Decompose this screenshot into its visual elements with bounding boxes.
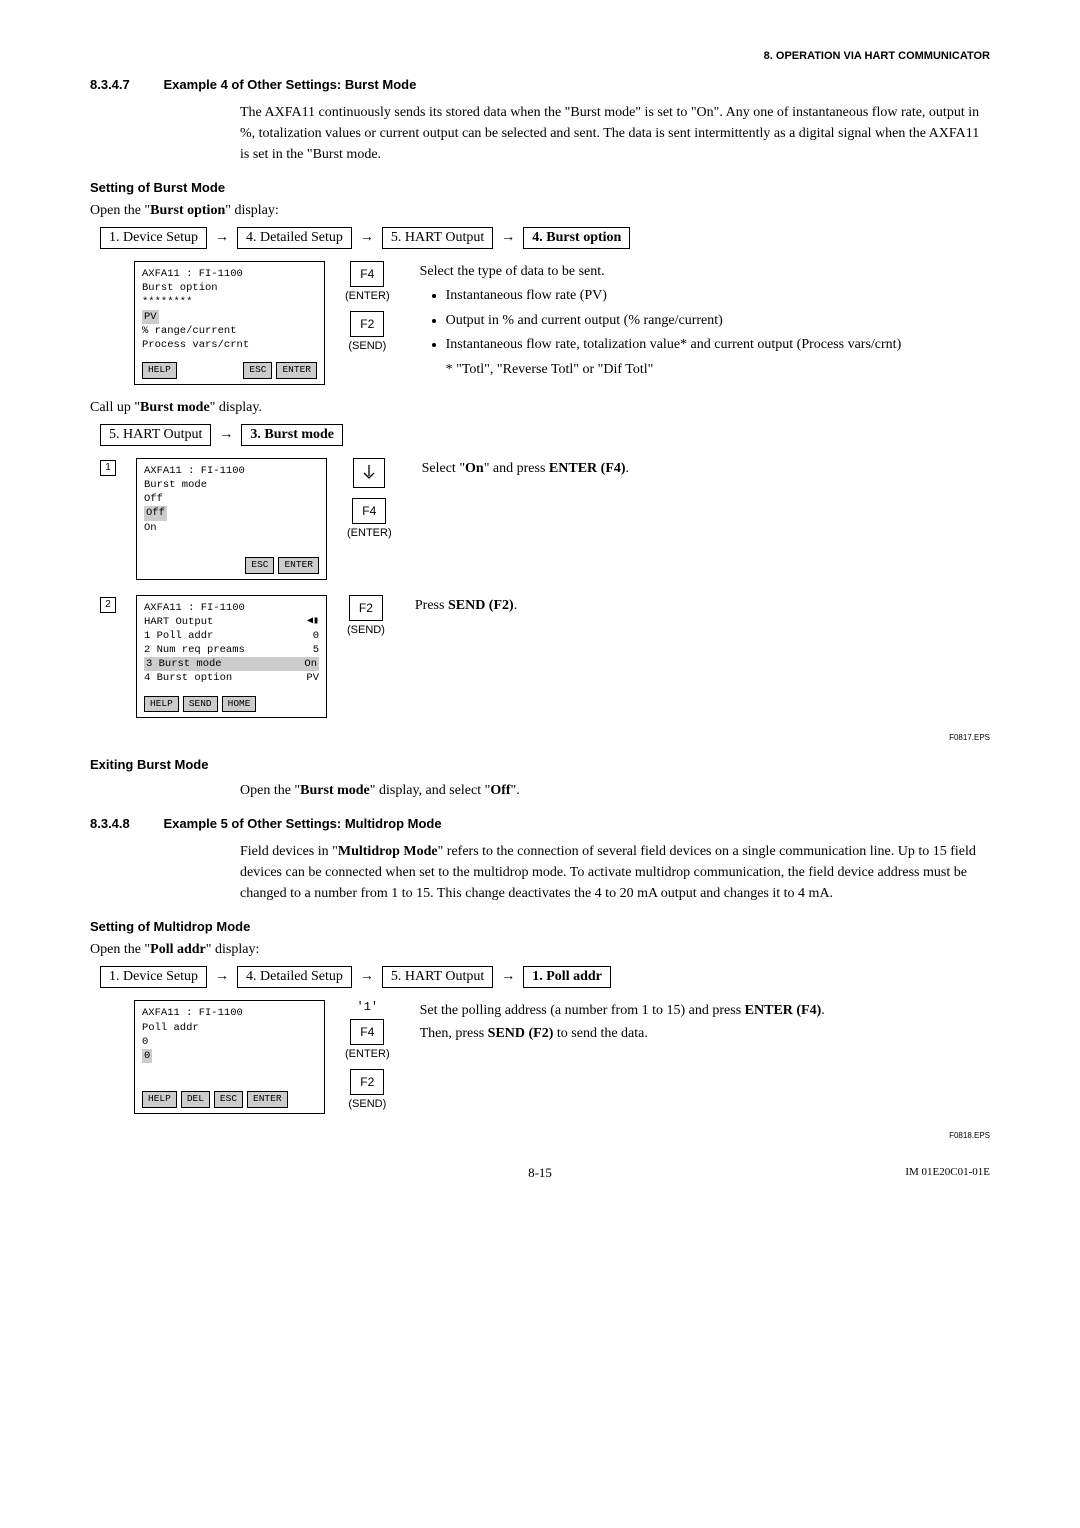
breadcrumb-1: 1. Device Setup → 4. Detailed Setup → 5.…: [100, 227, 990, 249]
esc-button[interactable]: ESC: [243, 362, 272, 379]
step-number-2: 2: [100, 597, 116, 613]
section-heading: 8.3.4.7 Example 4 of Other Settings: Bur…: [90, 77, 990, 94]
section-title: Example 5 of Other Settings: Multidrop M…: [164, 816, 442, 831]
f2-key[interactable]: F2: [350, 311, 384, 337]
crumb: 4. Detailed Setup: [237, 966, 352, 988]
subheading-burst: Setting of Burst Mode: [90, 180, 990, 195]
enter-button[interactable]: ENTER: [247, 1091, 288, 1108]
crumb-active: 4. Burst option: [523, 227, 630, 249]
step-number-1: 1: [100, 460, 116, 476]
key-label: (ENTER): [345, 290, 390, 302]
callup-line: Call up "Burst mode" display.: [90, 400, 990, 416]
breadcrumb-2: 5. HART Output → 3. Burst mode: [100, 424, 990, 446]
key-label: (SEND): [347, 624, 385, 636]
back-icon: ◀▮: [307, 615, 319, 629]
description-3: Press SEND (F2).: [415, 595, 990, 617]
arrow-icon: →: [217, 427, 235, 443]
key-label: (ENTER): [347, 527, 392, 539]
crumb-active: 1. Poll addr: [523, 966, 611, 988]
open-line: Open the "Burst option" display:: [90, 203, 990, 219]
enter-button[interactable]: ENTER: [278, 557, 319, 574]
arrow-icon: →: [358, 969, 376, 985]
key-sequence: F2 (SEND): [347, 595, 385, 642]
typed-char: '1': [357, 1000, 379, 1014]
f2-key[interactable]: F2: [349, 595, 383, 621]
arrow-icon: →: [499, 969, 517, 985]
esc-button[interactable]: ESC: [245, 557, 274, 574]
open-line-2: Open the "Poll addr" display:: [90, 942, 990, 958]
arrow-icon: →: [213, 230, 231, 246]
key-label: (SEND): [348, 340, 386, 352]
section-para: Field devices in "Multidrop Mode" refers…: [240, 841, 990, 904]
key-label: (SEND): [348, 1098, 386, 1110]
figure-code-1: F0817.EPS: [90, 733, 990, 742]
crumb: 5. HART Output: [100, 424, 211, 446]
f4-key[interactable]: F4: [350, 261, 384, 287]
crumb: 5. HART Output: [382, 966, 493, 988]
subheading-multidrop: Setting of Multidrop Mode: [90, 919, 990, 934]
description-4: Set the polling address (a number from 1…: [420, 1000, 990, 1045]
description-2: Select "On" and press ENTER (F4).: [422, 458, 990, 480]
device-screen-1: AXFA11 : FI-1100 Burst option ******** P…: [134, 261, 325, 385]
help-button[interactable]: HELP: [142, 362, 177, 379]
down-arrow-icon: [353, 458, 385, 488]
key-label: (ENTER): [345, 1048, 390, 1060]
arrow-icon: →: [213, 969, 231, 985]
description-1: Select the type of data to be sent. Inst…: [420, 261, 990, 381]
send-button[interactable]: SEND: [183, 696, 218, 713]
section-heading: 8.3.4.8 Example 5 of Other Settings: Mul…: [90, 816, 990, 833]
crumb: 1. Device Setup: [100, 227, 207, 249]
device-screen-3: AXFA11 : FI-1100 HART Output ◀▮ 1 Poll a…: [136, 595, 327, 719]
key-sequence: F4 (ENTER): [347, 458, 392, 545]
f2-key[interactable]: F2: [350, 1069, 384, 1095]
f4-key[interactable]: F4: [352, 498, 386, 524]
key-sequence: F4 (ENTER) F2 (SEND): [345, 261, 390, 358]
arrow-icon: →: [499, 230, 517, 246]
device-screen-4: AXFA11 : FI-1100 Poll addr 0 0 HELP DEL …: [134, 1000, 325, 1114]
exit-text: Open the "Burst mode" display, and selec…: [240, 780, 990, 801]
enter-button[interactable]: ENTER: [276, 362, 317, 379]
subheading-exit: Exiting Burst Mode: [90, 757, 990, 772]
f4-key[interactable]: F4: [350, 1019, 384, 1045]
crumb-active: 3. Burst mode: [241, 424, 343, 446]
crumb: 5. HART Output: [382, 227, 493, 249]
crumb: 1. Device Setup: [100, 966, 207, 988]
help-button[interactable]: HELP: [142, 1091, 177, 1108]
key-sequence: '1' F4 (ENTER) F2 (SEND): [345, 1000, 390, 1116]
figure-code-2: F0818.EPS: [90, 1131, 990, 1140]
arrow-icon: →: [358, 230, 376, 246]
esc-button[interactable]: ESC: [214, 1091, 243, 1108]
crumb: 4. Detailed Setup: [237, 227, 352, 249]
section-number: 8.3.4.7: [90, 77, 160, 92]
breadcrumb-3: 1. Device Setup → 4. Detailed Setup → 5.…: [100, 966, 990, 988]
help-button[interactable]: HELP: [144, 696, 179, 713]
page-header: 8. OPERATION VIA HART COMMUNICATOR: [90, 50, 990, 62]
section-title: Example 4 of Other Settings: Burst Mode: [164, 77, 417, 92]
home-button[interactable]: HOME: [222, 696, 257, 713]
device-screen-2: AXFA11 : FI-1100 Burst mode Off Off On E…: [136, 458, 327, 580]
section-para: The AXFA11 continuously sends its stored…: [240, 102, 990, 165]
section-number: 8.3.4.8: [90, 816, 160, 831]
del-button[interactable]: DEL: [181, 1091, 210, 1108]
